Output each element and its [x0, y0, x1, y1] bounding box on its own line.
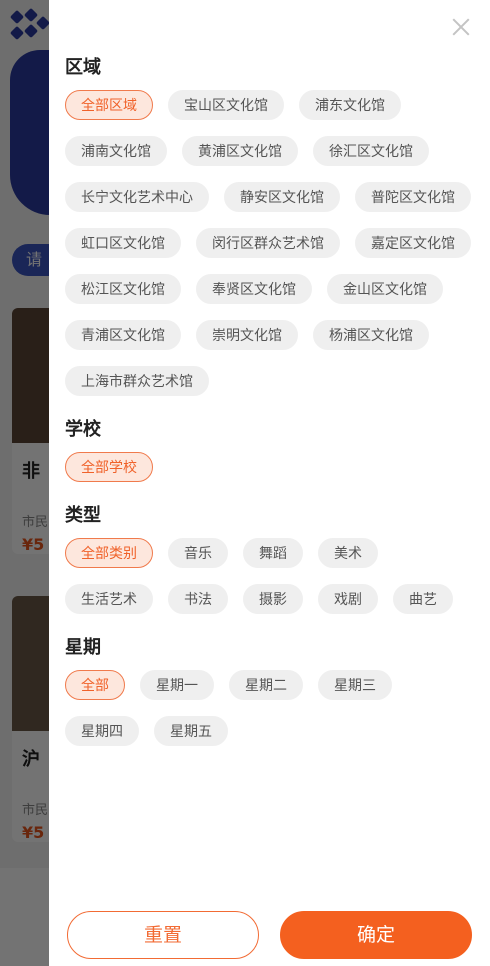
filter-tag[interactable]: 浦东文化馆	[299, 90, 401, 120]
filter-tag[interactable]: 金山区文化馆	[327, 274, 443, 304]
filter-section-region: 区域 全部区域 宝山区文化馆 浦东文化馆浦南文化馆 黄浦区文化馆 徐汇区文化馆长宁文化艺…	[65, 56, 474, 396]
filter-tag[interactable]: 松江区文化馆	[65, 274, 181, 304]
filter-tag[interactable]: 全部	[65, 670, 125, 700]
filter-tag[interactable]: 嘉定区文化馆	[355, 228, 471, 258]
filter-tag[interactable]: 青浦区文化馆	[65, 320, 181, 350]
filter-tag[interactable]: 舞蹈	[243, 538, 303, 568]
filter-drawer: 区域 全部区域 宝山区文化馆 浦东文化馆浦南文化馆 黄浦区文化馆 徐汇区文化馆长宁文化艺…	[49, 0, 490, 966]
filter-content: 区域 全部区域 宝山区文化馆 浦东文化馆浦南文化馆 黄浦区文化馆 徐汇区文化馆长宁文化艺…	[65, 56, 474, 768]
filter-tag[interactable]: 浦南文化馆	[65, 136, 167, 166]
filter-tag[interactable]: 全部类别	[65, 538, 153, 568]
section-title: 学校	[65, 419, 101, 440]
filter-tag[interactable]: 摄影	[243, 584, 303, 614]
filter-tag[interactable]: 曲艺	[393, 584, 453, 614]
section-title: 星期	[65, 637, 101, 658]
tag-group: 全部学校	[65, 452, 474, 482]
filter-tag[interactable]: 书法	[168, 584, 228, 614]
filter-tag[interactable]: 静安区文化馆	[224, 182, 340, 212]
tag-group: 全部 星期一 星期二 星期三星期四 星期五	[65, 670, 474, 746]
reset-button[interactable]: 重置	[67, 911, 259, 959]
confirm-button[interactable]: 确定	[280, 911, 472, 959]
filter-tag[interactable]: 崇明文化馆	[196, 320, 298, 350]
filter-tag[interactable]: 黄浦区文化馆	[182, 136, 298, 166]
section-title: 类型	[65, 505, 101, 526]
filter-tag[interactable]: 全部学校	[65, 452, 153, 482]
filter-section-weekday: 星期 全部 星期一 星期二 星期三星期四 星期五	[65, 636, 474, 746]
close-icon[interactable]	[450, 16, 472, 38]
filter-tag[interactable]: 虹口区文化馆	[65, 228, 181, 258]
filter-tag[interactable]: 星期三	[318, 670, 392, 700]
filter-tag[interactable]: 星期二	[229, 670, 303, 700]
filter-tag[interactable]: 全部区域	[65, 90, 153, 120]
filter-tag[interactable]: 戏剧	[318, 584, 378, 614]
filter-tag[interactable]: 宝山区文化馆	[168, 90, 284, 120]
tag-group: 全部区域 宝山区文化馆 浦东文化馆浦南文化馆 黄浦区文化馆 徐汇区文化馆长宁文化艺术中心…	[65, 90, 474, 396]
filter-tag[interactable]: 长宁文化艺术中心	[65, 182, 209, 212]
filter-tag[interactable]: 美术	[318, 538, 378, 568]
filter-tag[interactable]: 奉贤区文化馆	[196, 274, 312, 304]
filter-tag[interactable]: 星期五	[154, 716, 228, 746]
filter-tag[interactable]: 星期四	[65, 716, 139, 746]
filter-section-school: 学校 全部学校	[65, 418, 474, 482]
tag-group: 全部类别 音乐 舞蹈 美术生活艺术 书法 摄影 戏剧 曲艺	[65, 538, 474, 614]
filter-section-type: 类型 全部类别 音乐 舞蹈 美术生活艺术 书法 摄影 戏剧 曲艺	[65, 504, 474, 614]
filter-tag[interactable]: 闵行区群众艺术馆	[196, 228, 340, 258]
filter-tag[interactable]: 星期一	[140, 670, 214, 700]
filter-tag[interactable]: 生活艺术	[65, 584, 153, 614]
section-title: 区域	[65, 57, 101, 78]
filter-tag[interactable]: 普陀区文化馆	[355, 182, 471, 212]
filter-tag[interactable]: 徐汇区文化馆	[313, 136, 429, 166]
filter-tag[interactable]: 杨浦区文化馆	[313, 320, 429, 350]
filter-tag[interactable]: 上海市群众艺术馆	[65, 366, 209, 396]
filter-tag[interactable]: 音乐	[168, 538, 228, 568]
